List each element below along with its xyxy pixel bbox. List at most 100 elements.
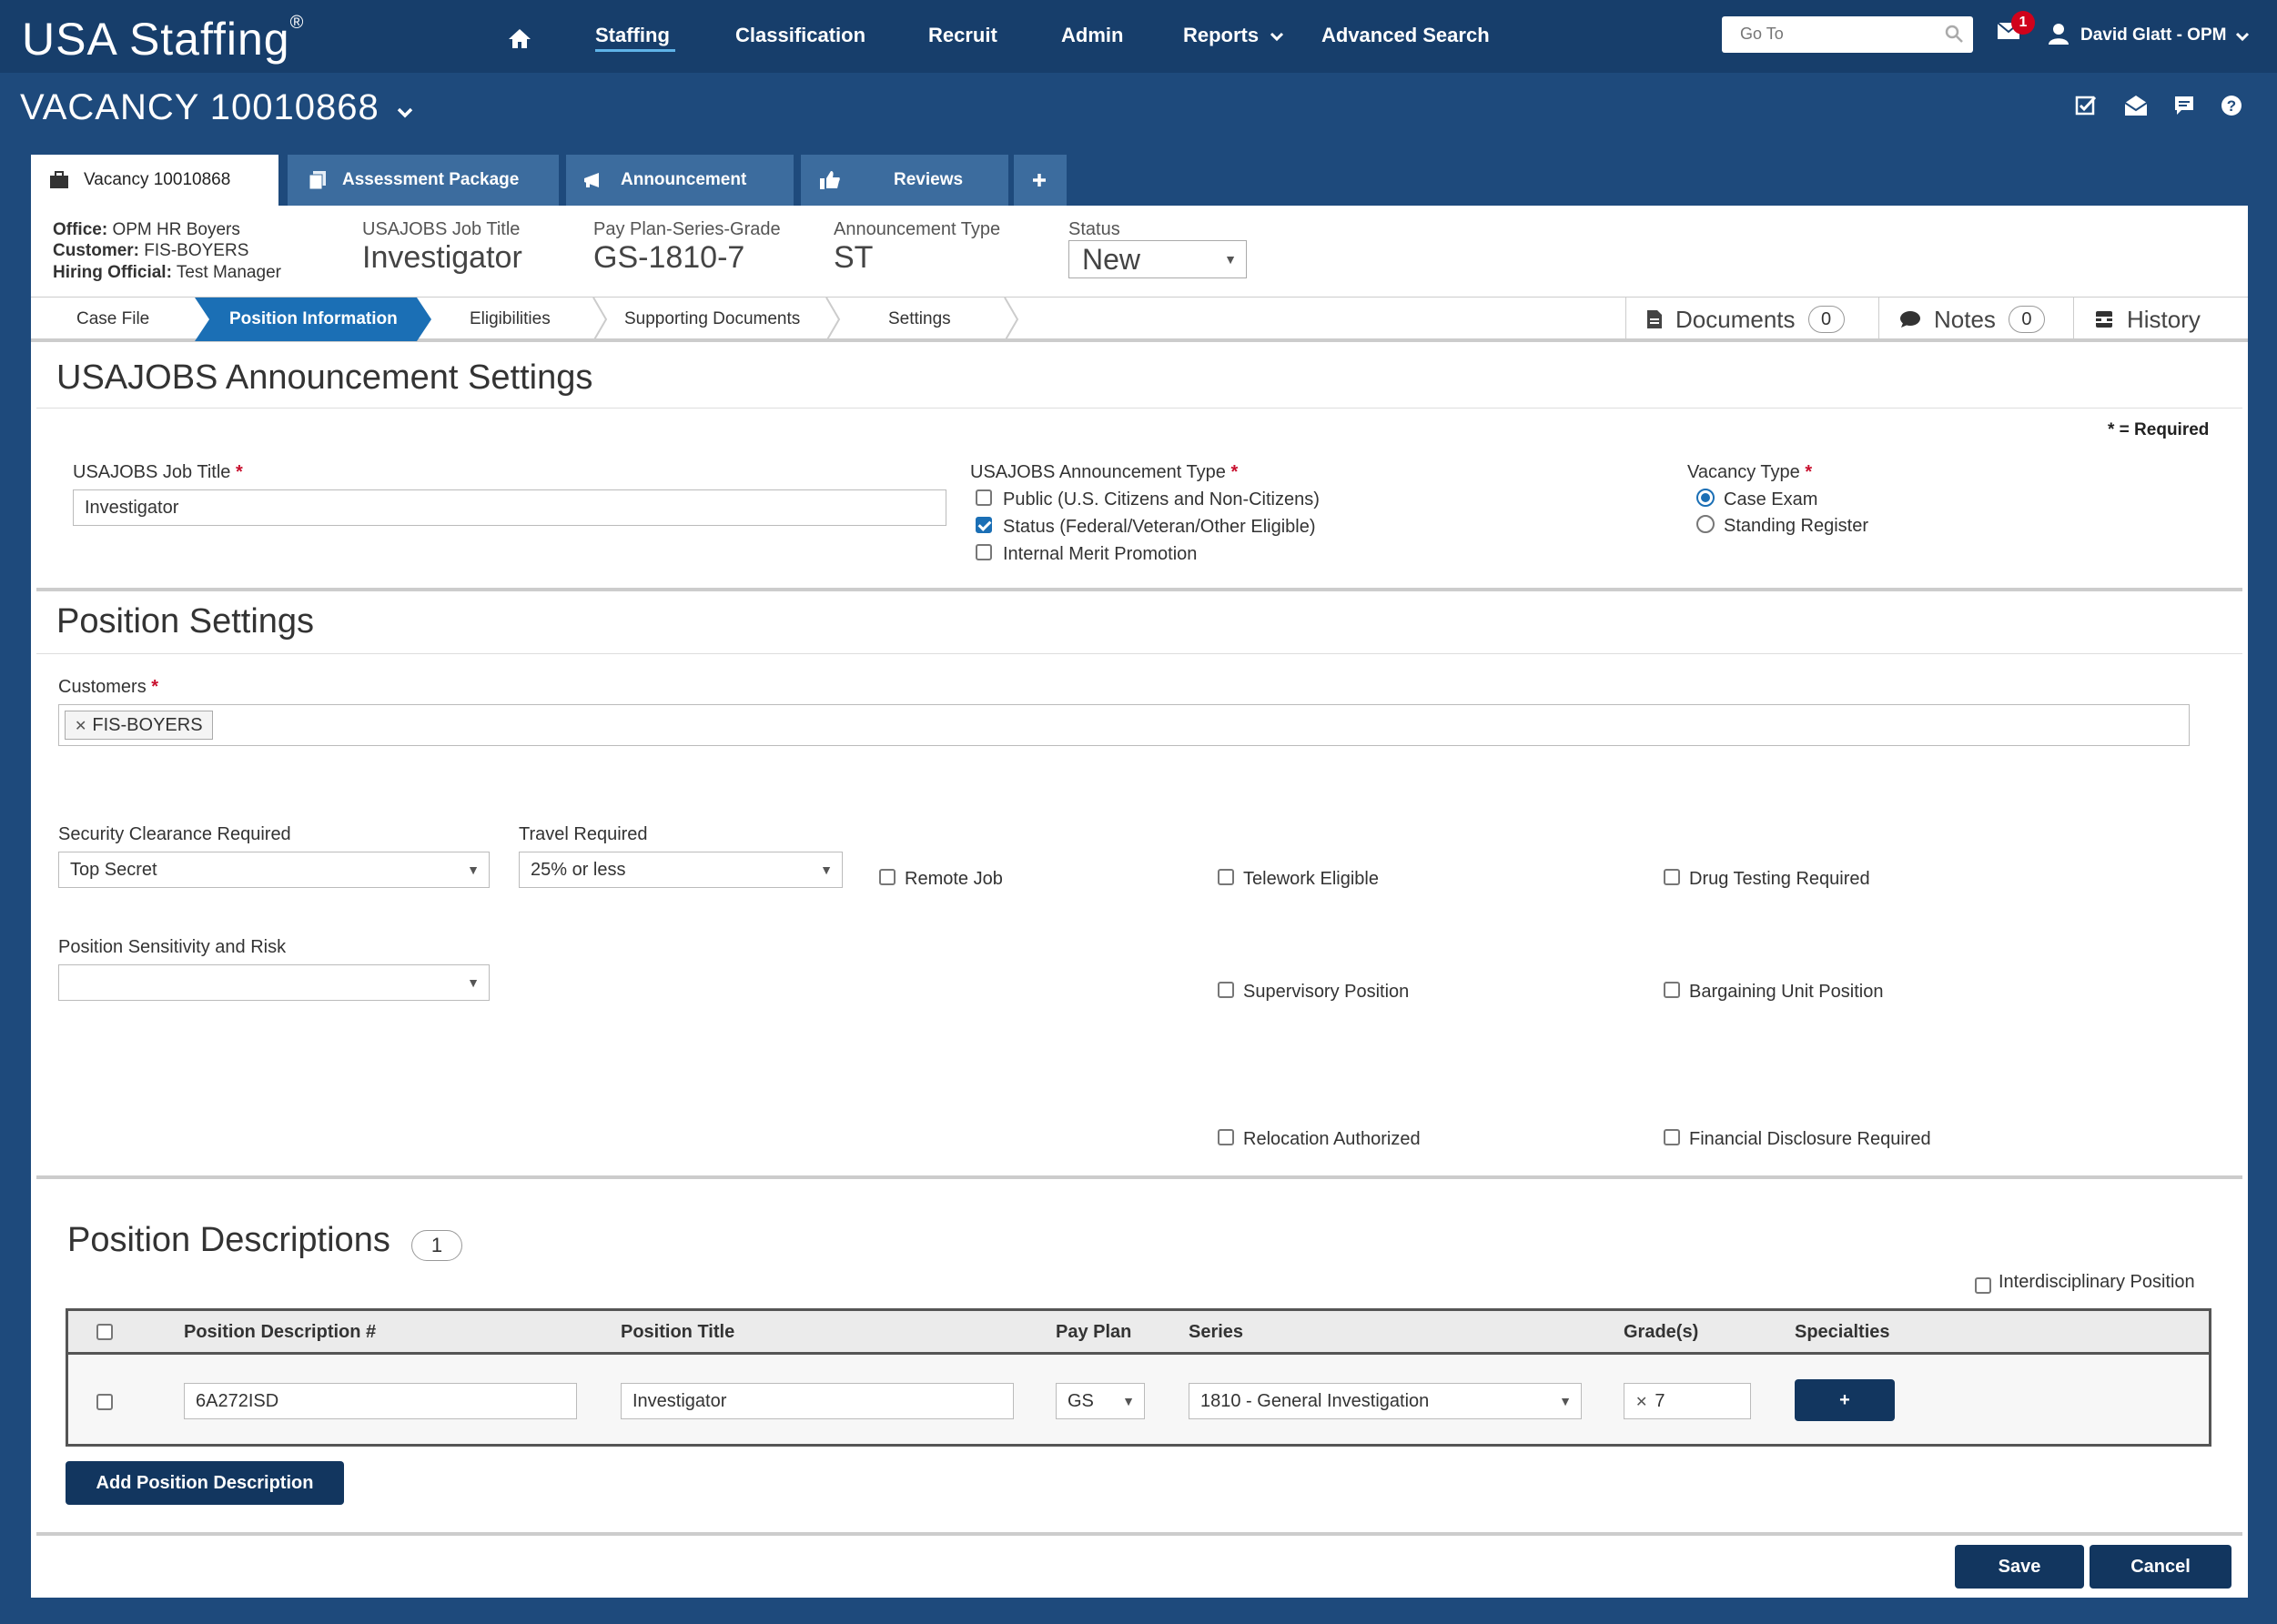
bargaining-label: Bargaining Unit Position: [1689, 982, 1884, 1002]
usajobs-job-title-input[interactable]: [73, 489, 946, 526]
add-tab-button[interactable]: [1014, 155, 1067, 206]
plus-icon: [1033, 174, 1046, 187]
travel-select[interactable]: 25% or less ▼: [519, 852, 843, 888]
section-divider: [36, 1532, 2242, 1536]
step-position-information[interactable]: Position Information: [195, 298, 431, 341]
tab-vacancy-label: Vacancy 10010868: [84, 170, 231, 189]
vacancy-title[interactable]: VACANCY 10010868: [20, 87, 414, 128]
document-icon: [1647, 310, 1662, 328]
add-specialty-button[interactable]: +: [1795, 1379, 1895, 1421]
step-separator: [592, 298, 608, 341]
pd-count: 1: [411, 1230, 462, 1261]
th-pd-number[interactable]: Position Description #: [184, 1322, 376, 1343]
customers-label: Customers *: [58, 677, 159, 697]
public-checkbox[interactable]: [976, 489, 992, 506]
usajobs-ann-type-label: USAJOBS Announcement Type *: [970, 462, 1239, 482]
nav-classification[interactable]: Classification: [735, 24, 865, 47]
step-case-file[interactable]: Case File: [76, 298, 149, 341]
security-select[interactable]: Top Secret ▼: [58, 852, 490, 888]
remove-tag-icon[interactable]: ✕: [75, 719, 86, 734]
row-checkbox[interactable]: [96, 1394, 113, 1410]
pay-plan-select[interactable]: GS ▼: [1056, 1383, 1145, 1419]
history-label: History: [2127, 305, 2201, 333]
section-divider: [36, 588, 2242, 591]
history-tab[interactable]: History: [2073, 298, 2248, 341]
sensitivity-select[interactable]: ▼: [58, 964, 490, 1001]
remote-job-checkbox[interactable]: [879, 869, 896, 885]
goto-input[interactable]: [1722, 16, 1931, 51]
help-icon[interactable]: ?: [2221, 95, 2242, 122]
nav-recruit[interactable]: Recruit: [928, 24, 997, 47]
nav-advanced-search[interactable]: Advanced Search: [1321, 24, 1490, 47]
user-icon[interactable]: [2048, 22, 2070, 51]
internal-merit-checkbox[interactable]: [976, 544, 992, 560]
status-select[interactable]: New ▼: [1068, 240, 1247, 278]
grade-multiselect[interactable]: ✕ 7: [1624, 1383, 1751, 1419]
checklist-icon[interactable]: [2075, 95, 2097, 122]
th-position-title[interactable]: Position Title: [621, 1322, 734, 1343]
app-logo[interactable]: USA Staffing®: [22, 13, 304, 66]
nav-staffing[interactable]: Staffing: [595, 24, 670, 47]
comment-icon[interactable]: [2173, 95, 2195, 122]
summary-ann-type: ST: [834, 240, 874, 275]
tab-vacancy[interactable]: Vacancy 10010868: [31, 155, 278, 206]
caret-down-icon: ▼: [467, 975, 480, 990]
summary-pay: GS-1810-7: [593, 240, 745, 275]
customer-tag: ✕ FIS-BOYERS: [65, 711, 213, 740]
drug-testing-checkbox[interactable]: [1664, 869, 1680, 885]
telework-checkbox[interactable]: [1218, 869, 1234, 885]
status-checkbox[interactable]: [976, 517, 992, 533]
th-series[interactable]: Series: [1189, 1322, 1243, 1343]
step-supporting-documents[interactable]: Supporting Documents: [624, 298, 800, 341]
briefcase-icon: [50, 171, 68, 188]
th-pay-plan[interactable]: Pay Plan: [1056, 1322, 1131, 1343]
caret-down-icon: ▼: [1559, 1394, 1572, 1408]
summary-status-label: Status: [1068, 219, 1120, 239]
tab-assessment-package[interactable]: Assessment Package: [288, 155, 559, 206]
step-separator: [1004, 298, 1019, 341]
search-icon[interactable]: [1944, 24, 1964, 44]
customers-multiselect[interactable]: ✕ FIS-BOYERS: [58, 704, 2190, 746]
pd-number-input[interactable]: [184, 1383, 577, 1419]
remove-grade-icon[interactable]: ✕: [1635, 1395, 1647, 1410]
telework-label: Telework Eligible: [1243, 869, 1379, 889]
chevron-down-icon[interactable]: [396, 106, 414, 119]
step-eligibilities[interactable]: Eligibilities: [470, 298, 551, 341]
tab-announcement[interactable]: Announcement: [566, 155, 794, 206]
archive-icon: [2096, 311, 2112, 328]
th-grades[interactable]: Grade(s): [1624, 1322, 1698, 1343]
case-exam-radio[interactable]: [1696, 489, 1715, 507]
save-button[interactable]: Save: [1955, 1545, 2084, 1589]
standing-register-label: Standing Register: [1724, 516, 1868, 536]
envelope-open-icon[interactable]: [2124, 95, 2148, 122]
public-label: Public (U.S. Citizens and Non-Citizens): [1003, 489, 1320, 509]
user-menu-chevron-icon[interactable]: [2235, 27, 2250, 46]
pd-title-input[interactable]: [621, 1383, 1014, 1419]
home-icon[interactable]: [508, 27, 531, 55]
caret-down-icon: ▼: [1224, 252, 1237, 267]
relocation-checkbox[interactable]: [1218, 1129, 1234, 1145]
series-select[interactable]: 1810 - General Investigation ▼: [1189, 1383, 1582, 1419]
add-position-description-button[interactable]: Add Position Description: [66, 1461, 344, 1505]
nav-admin[interactable]: Admin: [1061, 24, 1123, 47]
position-section-title: Position Settings: [56, 602, 315, 641]
standing-register-radio[interactable]: [1696, 515, 1715, 533]
caret-down-icon: ▼: [467, 862, 480, 877]
bargaining-checkbox[interactable]: [1664, 982, 1680, 998]
financial-disclosure-checkbox[interactable]: [1664, 1129, 1680, 1145]
goto-search-box[interactable]: [1722, 16, 1973, 53]
cancel-button[interactable]: Cancel: [2090, 1545, 2231, 1589]
nav-reports[interactable]: Reports: [1183, 24, 1284, 47]
financial-disclosure-label: Financial Disclosure Required: [1689, 1129, 1931, 1149]
supervisory-checkbox[interactable]: [1218, 982, 1234, 998]
step-separator: [825, 298, 841, 341]
th-specialties[interactable]: Specialties: [1795, 1322, 1890, 1343]
notes-tab[interactable]: Notes 0: [1878, 298, 2073, 341]
interdisciplinary-checkbox[interactable]: [1975, 1277, 1991, 1294]
documents-tab[interactable]: Documents 0: [1625, 298, 1878, 341]
step-settings[interactable]: Settings: [888, 298, 951, 341]
tab-reviews[interactable]: Reviews: [801, 155, 1008, 206]
select-all-checkbox[interactable]: [96, 1324, 113, 1340]
tab-announcement-label: Announcement: [621, 170, 747, 189]
user-name[interactable]: David Glatt - OPM: [2080, 25, 2226, 45]
